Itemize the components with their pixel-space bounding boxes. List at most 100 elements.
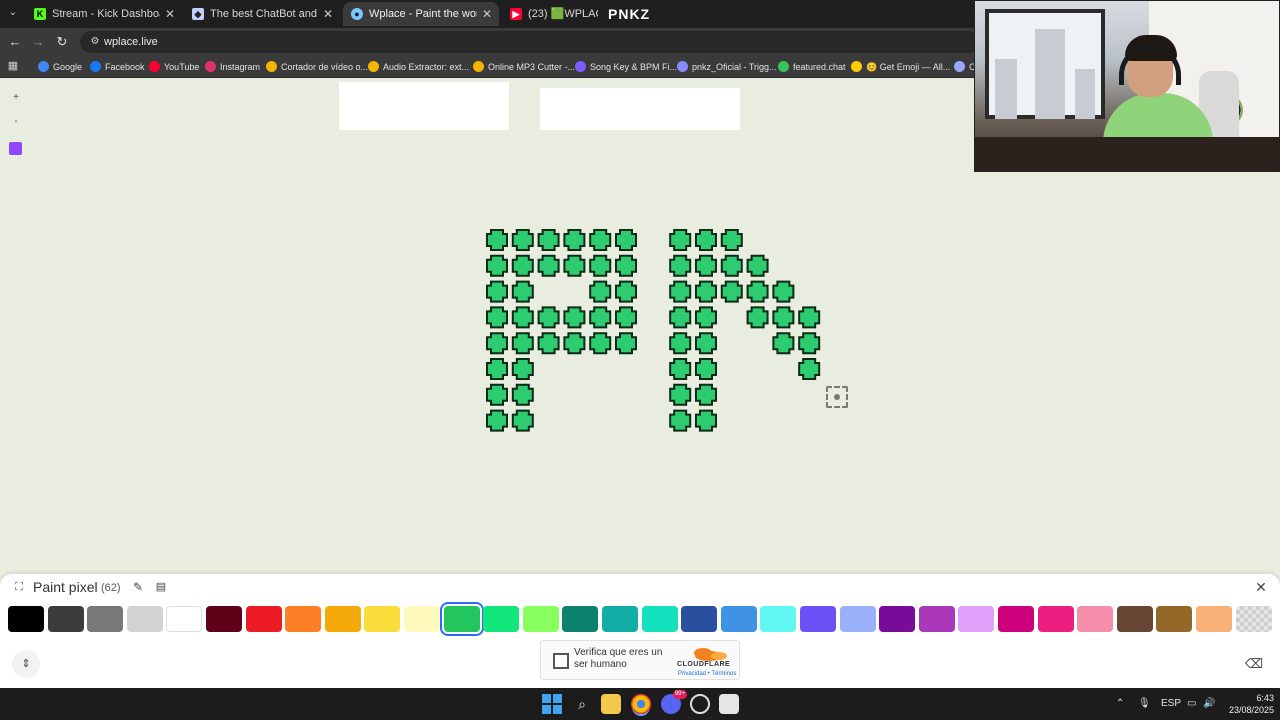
color-swatch[interactable]	[206, 606, 242, 632]
tool-icon	[368, 61, 379, 72]
back-arrow-icon[interactable]: ←	[5, 32, 25, 52]
bookmark-google[interactable]: Google	[38, 58, 82, 76]
bookmark-get-emoji[interactable]: 😊 Get Emoji — All...	[851, 58, 950, 76]
file-explorer-icon[interactable]	[601, 694, 621, 714]
captcha-links[interactable]: Privacidad • Términos	[678, 671, 736, 677]
painted-pixel	[694, 358, 717, 380]
bookmark-more[interactable]: C	[954, 58, 976, 76]
painted-pixel	[669, 409, 692, 432]
color-swatch[interactable]	[522, 606, 559, 632]
volume-icon[interactable]: 🔊	[1203, 696, 1215, 712]
color-swatch[interactable]	[681, 606, 718, 632]
address-bar[interactable]: ⚙ wplace.live	[80, 31, 980, 53]
color-swatch[interactable]	[47, 606, 84, 632]
color-swatch[interactable]	[800, 606, 836, 632]
forward-arrow-icon[interactable]: →	[28, 32, 48, 52]
bookmark-song-key-bpm[interactable]: Song Key & BPM Fi...	[575, 58, 677, 76]
painted-pixel	[694, 254, 717, 277]
tab-search-icon[interactable]: ⌄	[4, 4, 22, 22]
reload-icon[interactable]: ↻	[52, 32, 72, 52]
color-swatch[interactable]	[918, 606, 955, 632]
color-swatch[interactable]	[1077, 606, 1114, 632]
bookmark-youtube[interactable]: YouTube	[149, 58, 199, 76]
system-clock[interactable]: 6:43 23/08/2025	[1222, 692, 1274, 716]
cloudflare-logo-icon	[694, 648, 727, 661]
bookmark-featured-chat[interactable]: featured.chat	[778, 58, 846, 76]
bookmark-mp3-cutter[interactable]: Online MP3 Cutter -...	[473, 58, 575, 76]
color-swatch[interactable]	[166, 606, 203, 632]
chat-icon	[778, 61, 789, 72]
emoji-icon	[851, 61, 862, 72]
botrix-logo-icon: ◆	[192, 8, 204, 20]
color-swatch[interactable]	[998, 606, 1034, 632]
color-swatch[interactable]	[760, 606, 797, 632]
obs-icon[interactable]	[690, 694, 710, 714]
color-swatch[interactable]	[245, 606, 282, 632]
painted-pixel	[615, 280, 637, 303]
site-settings-icon[interactable]: ⚙	[88, 35, 102, 49]
painted-pixel	[694, 409, 717, 432]
color-swatch[interactable]	[602, 606, 638, 632]
bookmark-pnkz-triggers[interactable]: pnkz_Oficial - Trigg...	[677, 58, 777, 76]
chrome-icon[interactable]	[631, 694, 651, 714]
music-icon	[575, 61, 586, 72]
painted-pixel	[669, 229, 692, 251]
close-panel-button[interactable]: ✕	[1252, 578, 1270, 596]
bookmark-instagram[interactable]: Instagram	[205, 58, 260, 76]
color-swatch[interactable]	[1196, 606, 1232, 632]
tab-chatbot-widgets[interactable]: ◆ The best ChatBot and Widgets ✕	[184, 2, 340, 26]
color-swatch[interactable]	[1037, 606, 1074, 632]
captcha-label: Verifica que eres un ser humano	[574, 647, 663, 670]
painted-pixel	[615, 306, 637, 329]
language-indicator[interactable]: ESP	[1161, 696, 1181, 712]
tool-icon	[266, 61, 277, 72]
apps-grid-icon[interactable]: ▦	[6, 59, 20, 73]
capcut-icon[interactable]	[719, 694, 739, 714]
tab-close-icon[interactable]: ✕	[164, 2, 176, 26]
color-swatch[interactable]	[324, 606, 361, 632]
bookmark-video-cutter[interactable]: Cortador de vídeo o...	[266, 58, 368, 76]
eraser-icon[interactable]: ⌫	[1240, 650, 1268, 678]
tab-close-icon[interactable]: ✕	[322, 2, 334, 26]
tab-kick-dashboard[interactable]: K Stream - Kick Dashboard ✕	[26, 2, 182, 26]
building	[995, 59, 1017, 119]
windows-start-icon[interactable]	[542, 694, 562, 714]
discord-icon[interactable]: 99+	[661, 690, 687, 714]
color-swatch[interactable]	[1116, 606, 1153, 632]
tray-expand-icon[interactable]: ⌃	[1116, 696, 1124, 712]
captcha-checkbox[interactable]	[553, 653, 569, 669]
bookmark-audio-extractor[interactable]: Audio Extractor: ext...	[368, 58, 469, 76]
bookmark-facebook[interactable]: Facebook	[90, 58, 145, 76]
color-swatch[interactable]	[8, 606, 44, 632]
painted-pixel	[669, 254, 692, 277]
color-swatch[interactable]	[443, 606, 480, 632]
color-swatch[interactable]	[562, 606, 599, 632]
youtube-icon: ▶	[510, 8, 522, 20]
network-icon[interactable]: ▭	[1187, 696, 1196, 712]
desk	[975, 137, 1279, 171]
color-swatch[interactable]	[1156, 606, 1193, 632]
color-swatch[interactable]	[879, 606, 916, 632]
color-swatch[interactable]	[839, 606, 876, 632]
color-swatch[interactable]	[87, 606, 124, 632]
pencil-icon[interactable]: ✎	[131, 580, 145, 594]
expand-icon[interactable]: ⛶	[12, 580, 26, 594]
color-swatch[interactable]	[958, 606, 995, 632]
sort-arrows-icon[interactable]: ⇕	[12, 650, 40, 678]
search-icon[interactable]: ⌕	[572, 694, 592, 714]
tab-wplace[interactable]: ● Wplace - Paint the world ✕	[343, 2, 499, 26]
tab-youtube-wplace[interactable]: ▶ (23) 🟩WPLACE COM	[502, 2, 602, 26]
painted-pixel	[537, 332, 560, 355]
color-swatch[interactable]	[720, 606, 757, 632]
color-swatch[interactable]	[404, 606, 440, 632]
transparent-swatch[interactable]	[1235, 606, 1272, 632]
color-swatch[interactable]	[483, 606, 520, 632]
painted-pixel	[772, 332, 795, 355]
color-swatch[interactable]	[364, 606, 401, 632]
template-icon[interactable]: ▤	[154, 580, 168, 594]
color-swatch[interactable]	[285, 606, 322, 632]
microphone-icon[interactable]: 🎙	[1138, 696, 1151, 712]
color-swatch[interactable]	[641, 606, 678, 632]
tab-close-icon[interactable]: ✕	[481, 2, 493, 26]
color-swatch[interactable]	[126, 606, 163, 632]
